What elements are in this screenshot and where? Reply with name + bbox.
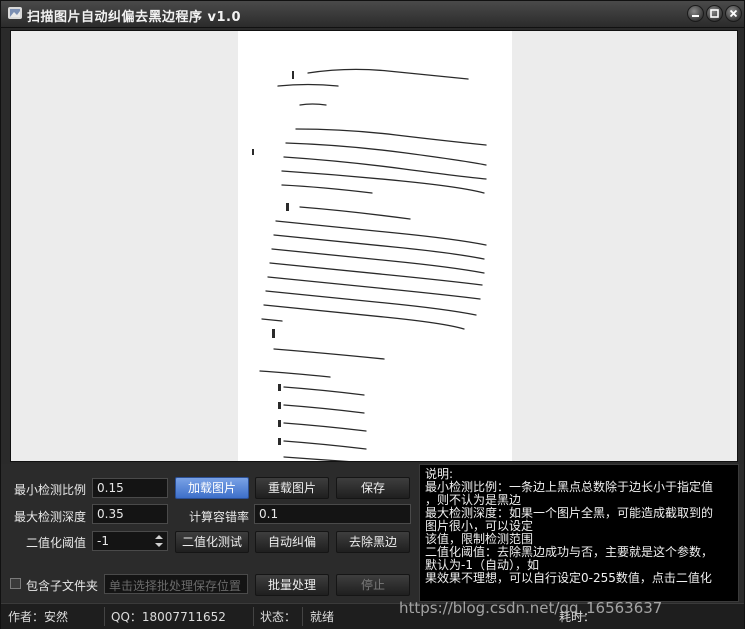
reload-image-button[interactable]: 重载图片 <box>255 477 329 499</box>
threshold-label: 二值化阈值 <box>26 536 87 550</box>
status-divider <box>302 607 303 626</box>
handwritten-text-picture <box>252 68 487 461</box>
window-title: 扫描图片自动纠偏去黑边程序 v1.0 <box>27 10 242 25</box>
save-button[interactable]: 保存 <box>336 477 410 499</box>
batch-save-path-input[interactable]: 单击选择批处理保存位置 <box>104 574 248 594</box>
scanned-page-image <box>238 31 512 461</box>
status-divider <box>104 607 105 626</box>
min-ratio-label: 最小检测比例 <box>14 483 87 497</box>
tolerance-input[interactable]: 0.1 <box>254 504 411 524</box>
binarize-test-button[interactable]: 二值化测试 <box>175 531 249 553</box>
author-text: 作者：安然 <box>8 610 69 624</box>
threshold-stepper[interactable]: -1 <box>92 531 168 551</box>
include-subfolders-label: 包含子文件夹 <box>26 579 99 593</box>
close-icon <box>729 9 738 18</box>
qq-text: QQ：18007711652 <box>111 610 226 624</box>
maximize-icon <box>710 9 719 18</box>
stop-button[interactable]: 停止 <box>336 574 410 596</box>
min-ratio-input[interactable]: 0.15 <box>92 478 168 498</box>
tolerance-label: 计算容错率 <box>189 510 250 524</box>
app-window: 扫描图片自动纠偏去黑边程序 v1.0 最小检测比例 0.15 最大检测深度 0.… <box>0 0 745 629</box>
status-value: 就绪 <box>310 610 335 624</box>
minimize-button[interactable] <box>687 5 704 22</box>
threshold-value: -1 <box>97 534 109 548</box>
include-subfolders-checkbox[interactable] <box>10 578 21 589</box>
load-image-button[interactable]: 加载图片 <box>175 477 249 499</box>
title-bar[interactable]: 扫描图片自动纠偏去黑边程序 v1.0 <box>1 1 744 28</box>
minimize-icon <box>692 15 699 17</box>
remove-black-border-button[interactable]: 去除黑边 <box>336 531 410 553</box>
max-depth-input[interactable]: 0.35 <box>92 504 168 524</box>
close-button[interactable] <box>725 5 742 22</box>
max-depth-label: 最大检测深度 <box>14 510 87 524</box>
status-divider <box>253 607 254 626</box>
watermark-text: https://blog.csdn.net/qq_16563637 <box>399 599 663 617</box>
help-line: 果效果不理想，可以自行设定0-255数值，点击二值化 <box>425 571 712 585</box>
app-scanner-icon <box>7 5 23 21</box>
maximize-button[interactable] <box>706 5 723 22</box>
image-preview-area[interactable] <box>10 30 738 462</box>
batch-process-button[interactable]: 批量处理 <box>255 574 329 596</box>
status-label: 状态： <box>260 610 297 624</box>
auto-deskew-button[interactable]: 自动纠偏 <box>255 531 329 553</box>
spin-arrows-icon[interactable] <box>152 532 166 550</box>
help-text-panel: 说明: 最小检测比例：一条边上黑点总数除于边长小于指定值 ，则不认为是黑边 最大… <box>419 464 739 602</box>
